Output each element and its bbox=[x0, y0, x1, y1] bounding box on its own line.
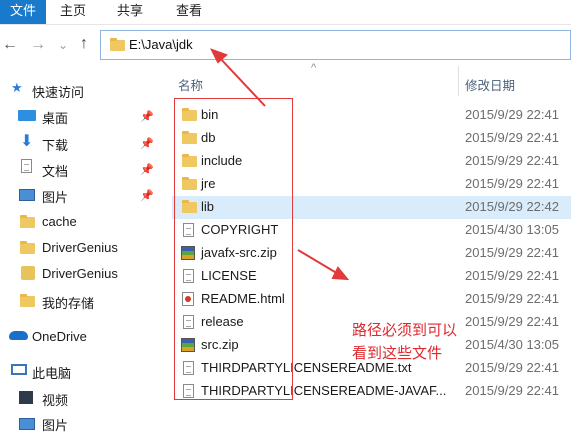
annotation-text-line1: 路径必须到可以 bbox=[352, 321, 458, 339]
annotation-text-line2: 看到这些文件 bbox=[352, 344, 443, 362]
annotation-arrow-to-address bbox=[209, 48, 266, 107]
annotation-arrow-to-files bbox=[297, 249, 350, 281]
annotation-arrows bbox=[209, 48, 350, 281]
